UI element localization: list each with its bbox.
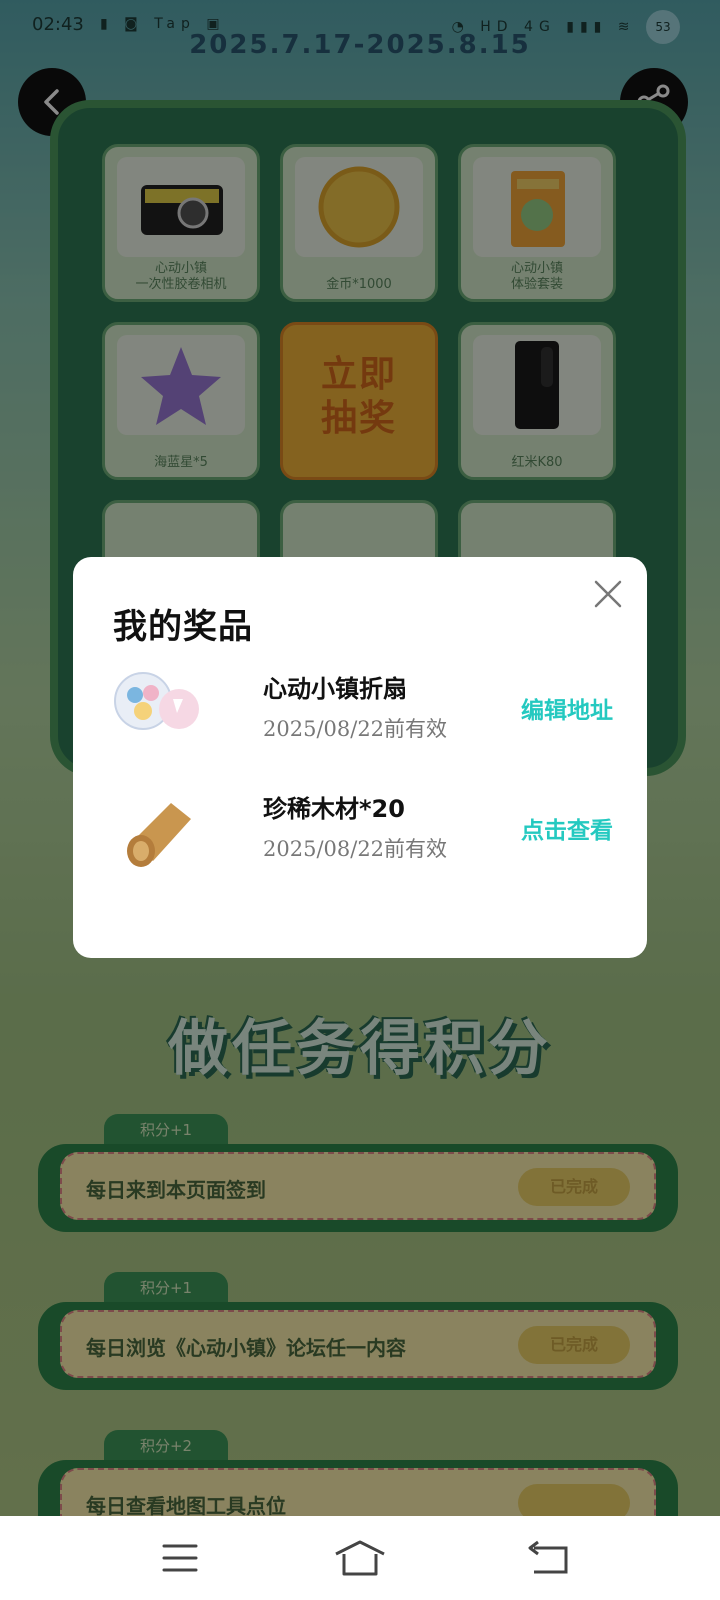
prize-item-validity: 2025/08/22前有效 <box>263 837 448 861</box>
edit-address-link[interactable]: 编辑地址 <box>521 691 613 725</box>
wood-thumbnail <box>113 785 203 875</box>
close-button[interactable] <box>591 577 625 611</box>
dialog-title: 我的奖品 <box>113 607 253 647</box>
prize-item-name: 珍稀木材*20 <box>263 795 405 823</box>
back-arrow-icon <box>528 1540 568 1574</box>
view-details-link[interactable]: 点击查看 <box>521 811 613 845</box>
prize-list-item: 珍稀木材*20 2025/08/22前有效 点击查看 <box>113 785 613 875</box>
close-icon <box>594 580 622 608</box>
menu-icon <box>162 1544 198 1572</box>
prize-item-name: 心动小镇折扇 <box>263 675 407 703</box>
prize-list-item: 心动小镇折扇 2025/08/22前有效 编辑地址 <box>113 665 613 755</box>
fan-thumbnail <box>113 665 203 755</box>
my-prizes-dialog: 我的奖品 心动小镇折扇 2025/08/22前有效 编辑地址 珍稀木材*20 2… <box>73 557 647 958</box>
home-icon <box>335 1540 385 1576</box>
system-nav-bar <box>0 1516 720 1600</box>
home-button[interactable] <box>330 1538 390 1578</box>
back-nav-button[interactable] <box>520 1538 580 1578</box>
menu-button[interactable] <box>150 1538 210 1578</box>
page: 02:43 ▮ ◙ Tap ▣ ◔ HD 4G ▮▮▮ ≋ 53 2025.7.… <box>0 0 720 1600</box>
prize-item-validity: 2025/08/22前有效 <box>263 717 448 741</box>
